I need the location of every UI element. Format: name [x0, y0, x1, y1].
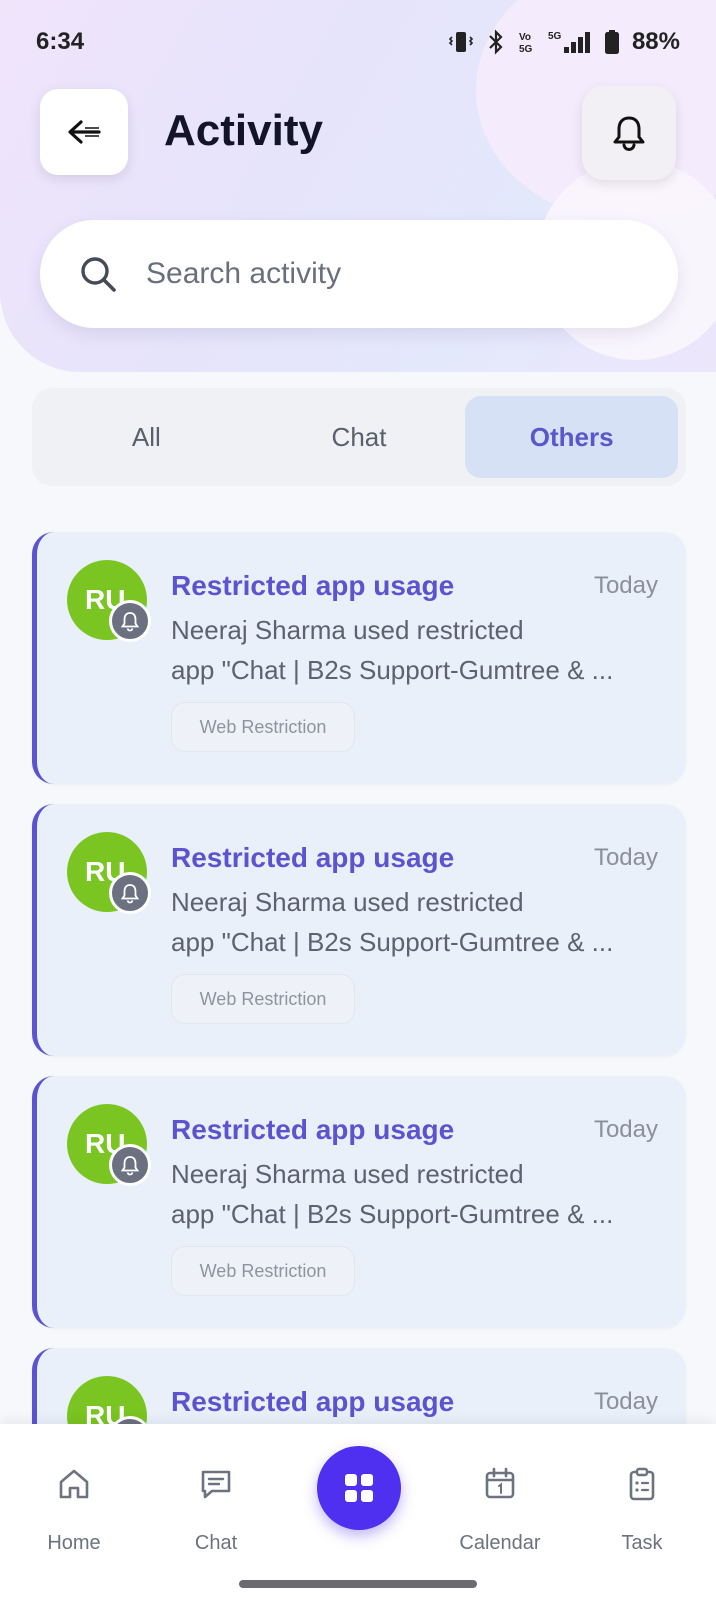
status-time: 6:34: [36, 28, 85, 55]
activity-title: Restricted app usage: [171, 1114, 455, 1145]
chat-icon: [201, 1470, 231, 1499]
activity-time: Today: [593, 1388, 658, 1415]
bell-icon: [120, 612, 140, 632]
activity-tag: Web Restriction: [171, 974, 355, 1024]
activity-title: Restricted app usage: [171, 1386, 455, 1417]
avatar-badge: [109, 872, 151, 914]
avatar-badge: [109, 1144, 151, 1186]
tab-others[interactable]: Others: [465, 396, 679, 478]
back-button[interactable]: [40, 89, 128, 175]
signal-icon: 5G: [548, 31, 590, 53]
nav-label: Task: [621, 1532, 663, 1554]
bluetooth-icon: [489, 29, 503, 55]
activity-card[interactable]: RU Restricted app usage Today Neeraj Sha…: [32, 532, 686, 784]
activity-description-line: app "Chat | B2s Support-Gumtree & ...: [171, 1199, 614, 1229]
home-indicator: [239, 1580, 477, 1588]
battery-icon: [604, 30, 619, 54]
avatar-badge: [109, 600, 151, 642]
bell-icon: [120, 884, 140, 904]
activity-time: Today: [593, 844, 658, 871]
tab-all[interactable]: All: [40, 396, 253, 478]
status-bar: 6:34 Vo 5G 5G 88%: [0, 0, 716, 84]
bell-icon: [120, 1156, 140, 1176]
activity-card[interactable]: RU Restricted app usage Today Neeraj Sha…: [32, 1076, 686, 1328]
nav-label: Chat: [194, 1532, 238, 1554]
arrow-left-icon: [68, 120, 101, 144]
activity-description: Neeraj Sharma used restricted app "Chat …: [171, 882, 661, 962]
activity-card[interactable]: RU Restricted app usage Today Neeraj Sha…: [32, 804, 686, 1056]
activity-description-line: app "Chat | B2s Support-Gumtree & ...: [171, 927, 614, 957]
bell-icon: [613, 116, 645, 152]
activity-tag: Web Restriction: [171, 702, 355, 752]
volte-icon: Vo 5G: [519, 32, 533, 55]
nav-calendar[interactable]: Calendar: [440, 1424, 560, 1574]
notifications-button[interactable]: [582, 86, 676, 180]
svg-text:5G: 5G: [519, 44, 533, 55]
activity-description: Neeraj Sharma used restricted app "Chat …: [171, 1154, 661, 1234]
filter-tabs: All Chat Others: [32, 388, 686, 486]
nav-task[interactable]: Task: [582, 1424, 702, 1574]
battery-percent: 88%: [631, 28, 680, 55]
activity-title: Restricted app usage: [171, 570, 455, 601]
grid-icon: [345, 1474, 373, 1502]
activity-title: Restricted app usage: [171, 842, 455, 873]
activity-description-line: Neeraj Sharma used restricted: [171, 1159, 524, 1189]
vibrate-icon: [448, 32, 474, 52]
search-icon: [81, 257, 116, 292]
nav-label: Home: [47, 1532, 101, 1554]
svg-text:5G: 5G: [548, 31, 562, 42]
home-icon: [59, 1469, 89, 1499]
page-title: Activity: [164, 106, 323, 155]
activity-description-line: Neeraj Sharma used restricted: [171, 887, 524, 917]
activity-description: Neeraj Sharma used restricted app "Chat …: [171, 610, 661, 690]
tab-chat[interactable]: Chat: [253, 396, 466, 478]
nav-label: Calendar: [459, 1532, 541, 1554]
activity-description-line: app "Chat | B2s Support-Gumtree & ...: [171, 655, 614, 685]
status-icons: Vo 5G 5G 88%: [448, 28, 680, 56]
activity-time: Today: [593, 572, 658, 599]
svg-text:Vo: Vo: [519, 32, 531, 43]
activity-tag: Web Restriction: [171, 1246, 355, 1296]
nav-chat[interactable]: Chat: [156, 1424, 276, 1574]
activity-time: Today: [593, 1116, 658, 1143]
apps-button[interactable]: [317, 1446, 401, 1530]
activity-description-line: Neeraj Sharma used restricted: [171, 615, 524, 645]
clipboard-icon: [629, 1467, 655, 1501]
nav-home[interactable]: Home: [14, 1424, 134, 1574]
search-input[interactable]: [146, 257, 606, 291]
search-bar[interactable]: [40, 220, 678, 328]
bottom-navigation: Home Chat Calendar Task: [0, 1424, 716, 1600]
calendar-icon: [485, 1467, 515, 1499]
